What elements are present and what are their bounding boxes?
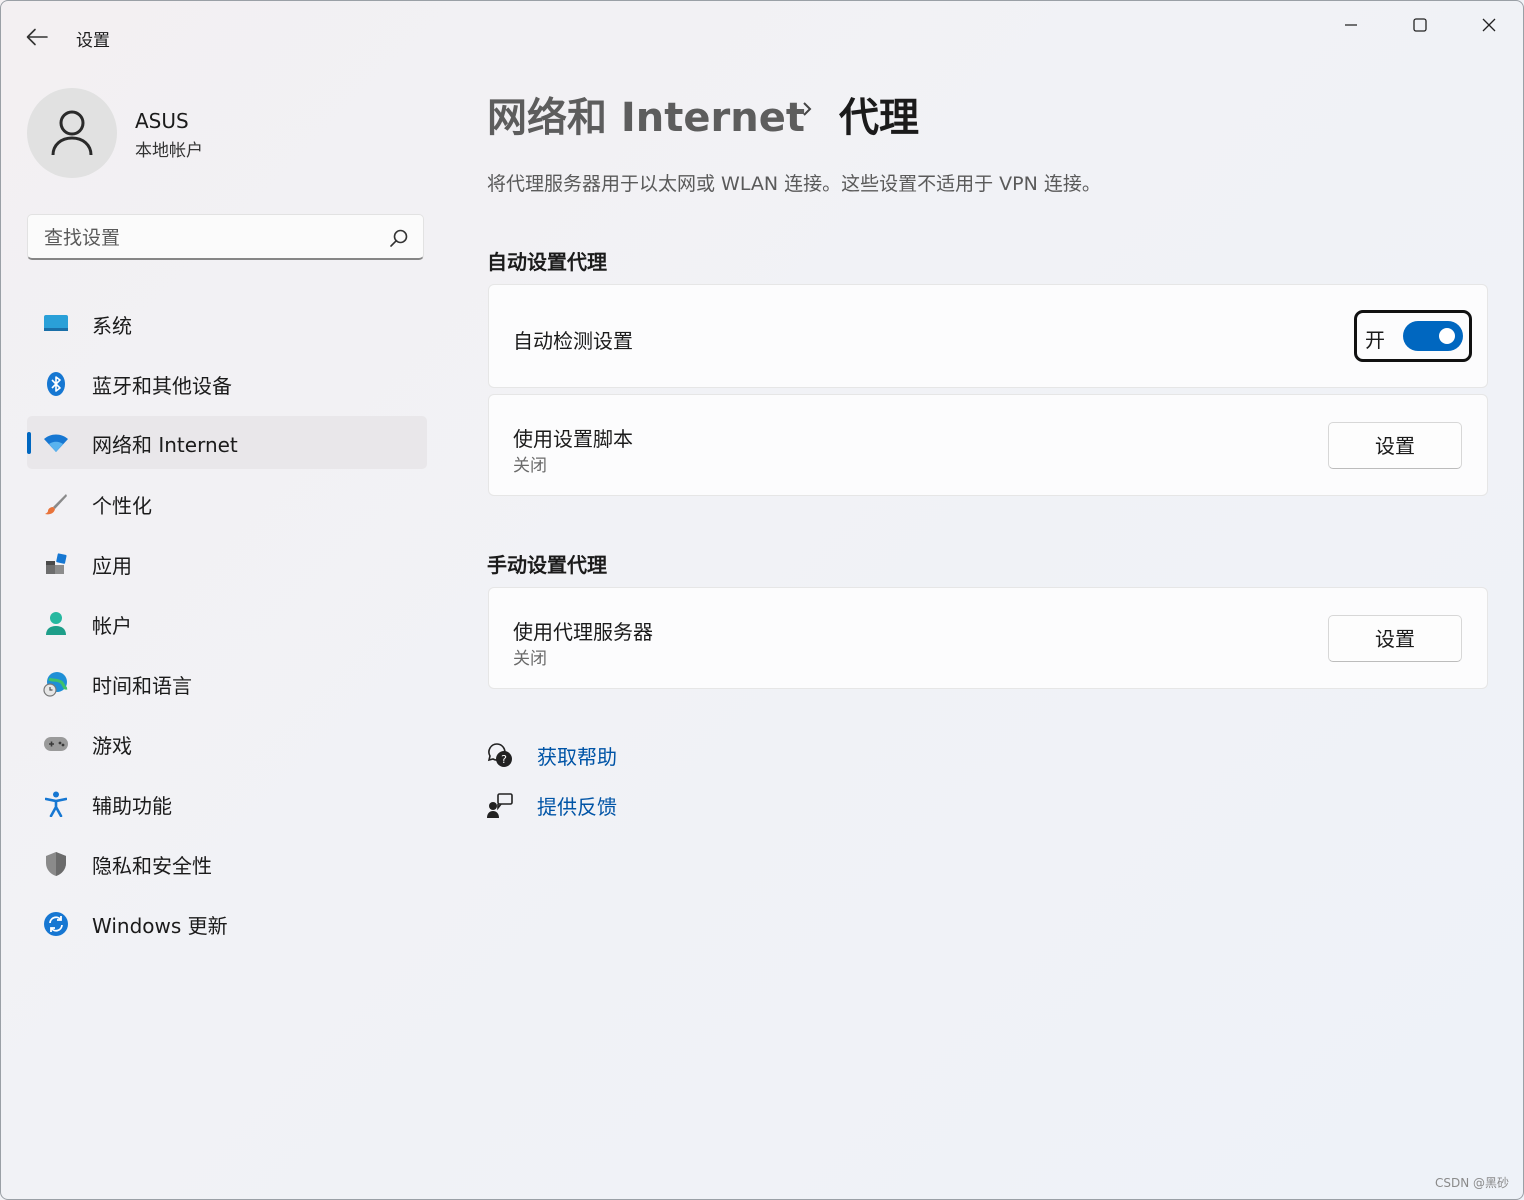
chevron-right-icon xyxy=(803,102,812,116)
close-icon xyxy=(1482,18,1496,32)
sidebar-item-label: 应用 xyxy=(92,554,132,578)
proxy-server-status: 关闭 xyxy=(513,649,547,669)
sidebar-item-label: 游戏 xyxy=(92,734,132,758)
sidebar-item-label: 隐私和安全性 xyxy=(92,854,212,878)
sidebar-item-label: Windows 更新 xyxy=(92,914,228,938)
feedback-icon xyxy=(487,793,513,818)
back-arrow-icon xyxy=(26,28,48,46)
section-title-manual-proxy: 手动设置代理 xyxy=(487,553,607,577)
sidebar-item-privacy[interactable]: 隐私和安全性 xyxy=(27,837,427,890)
maximize-button[interactable] xyxy=(1390,7,1450,43)
feedback-text: 提供反馈 xyxy=(537,795,617,819)
feedback-link[interactable]: 提供反馈 xyxy=(487,790,627,820)
search-box xyxy=(27,214,424,260)
sidebar-item-system[interactable]: 系统 xyxy=(27,297,427,350)
update-icon xyxy=(43,911,69,937)
accessibility-icon xyxy=(43,791,69,817)
app-title: 设置 xyxy=(76,31,110,51)
user-name: ASUS xyxy=(135,109,189,133)
avatar[interactable] xyxy=(27,88,117,178)
wifi-icon xyxy=(43,430,69,456)
bluetooth-icon xyxy=(43,371,69,397)
setup-script-label: 使用设置脚本 xyxy=(513,427,633,451)
globe-clock-icon xyxy=(43,671,69,697)
close-button[interactable] xyxy=(1459,7,1519,43)
sidebar-item-label: 辅助功能 xyxy=(92,794,172,818)
page-title: 代理 xyxy=(839,95,919,141)
toggle-switch xyxy=(1403,321,1463,351)
sidebar-item-gaming[interactable]: 游戏 xyxy=(27,717,427,770)
sidebar-item-time-language[interactable]: 时间和语言 xyxy=(27,657,427,710)
sidebar-item-personalization[interactable]: 个性化 xyxy=(27,477,427,530)
maximize-icon xyxy=(1413,18,1427,32)
section-title-auto-proxy: 自动设置代理 xyxy=(487,250,607,274)
person-icon xyxy=(43,611,69,637)
sidebar-item-label: 蓝牙和其他设备 xyxy=(92,374,232,398)
setup-script-button[interactable]: 设置 xyxy=(1328,422,1462,469)
search-input[interactable] xyxy=(42,223,376,253)
sidebar-item-label: 个性化 xyxy=(92,494,152,518)
sidebar-item-accounts[interactable]: 帐户 xyxy=(27,597,427,650)
page-description: 将代理服务器用于以太网或 WLAN 连接。这些设置不适用于 VPN 连接。 xyxy=(487,173,1101,195)
system-icon xyxy=(43,311,69,337)
sidebar-item-apps[interactable]: 应用 xyxy=(27,537,427,590)
user-avatar-icon xyxy=(51,110,93,156)
proxy-server-button[interactable]: 设置 xyxy=(1328,615,1462,662)
auto-detect-toggle[interactable]: 开 xyxy=(1354,310,1472,362)
gamepad-icon xyxy=(43,731,69,757)
toggle-knob xyxy=(1439,328,1455,344)
setup-script-card: 使用设置脚本 关闭 设置 xyxy=(488,394,1488,496)
get-help-link[interactable]: ? 获取帮助 xyxy=(487,740,627,770)
setup-script-status: 关闭 xyxy=(513,456,547,476)
account-type: 本地帐户 xyxy=(135,141,203,161)
apps-icon xyxy=(43,551,69,577)
help-chat-icon: ? xyxy=(487,743,512,767)
toggle-state-text: 开 xyxy=(1365,328,1385,352)
settings-window: 设置 ASUS 本地帐户 系统 蓝牙和其他设备 网络和 Internet xyxy=(0,0,1524,1200)
proxy-server-label: 使用代理服务器 xyxy=(513,620,653,644)
minimize-button[interactable] xyxy=(1321,7,1381,43)
selected-indicator xyxy=(27,432,31,454)
sidebar-item-label: 网络和 Internet xyxy=(92,433,238,457)
watermark: CSDN @黑砂 xyxy=(1434,1176,1509,1190)
proxy-server-card: 使用代理服务器 关闭 设置 xyxy=(488,587,1488,689)
back-button[interactable] xyxy=(21,23,53,51)
svg-text:?: ? xyxy=(501,753,507,766)
sidebar-item-bluetooth[interactable]: 蓝牙和其他设备 xyxy=(27,357,427,410)
breadcrumb-parent[interactable]: 网络和 Internet xyxy=(487,85,805,143)
auto-detect-card: 自动检测设置 开 xyxy=(488,284,1488,388)
get-help-text: 获取帮助 xyxy=(537,745,617,769)
sidebar-item-label: 帐户 xyxy=(92,614,132,638)
minimize-icon xyxy=(1345,24,1357,26)
sidebar-item-windows-update[interactable]: Windows 更新 xyxy=(27,897,427,950)
sidebar-item-label: 系统 xyxy=(92,314,132,338)
sidebar-item-network[interactable]: 网络和 Internet xyxy=(27,416,427,469)
sidebar-item-accessibility[interactable]: 辅助功能 xyxy=(27,777,427,830)
brush-icon xyxy=(43,491,69,517)
sidebar-item-label: 时间和语言 xyxy=(92,674,192,698)
search-icon[interactable] xyxy=(389,228,409,248)
shield-icon xyxy=(43,851,69,877)
auto-detect-label: 自动检测设置 xyxy=(513,329,633,353)
